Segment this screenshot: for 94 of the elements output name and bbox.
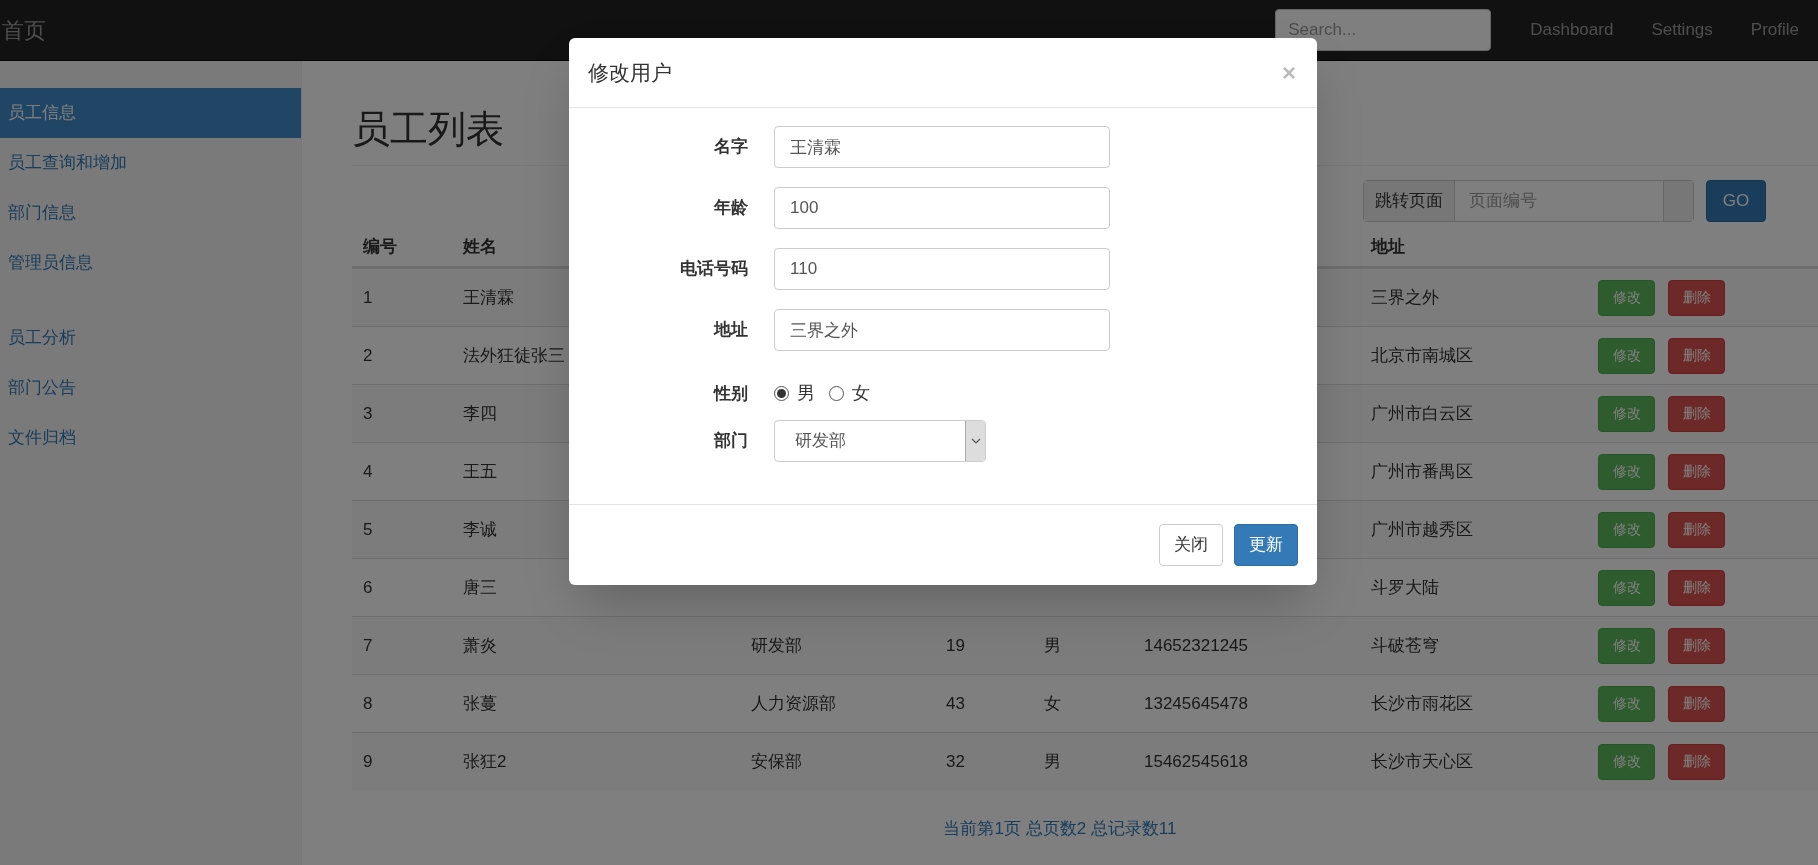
table-cell: 法外狂徒张三 [463,345,565,365]
table-cell: 5 [363,519,373,539]
table-cell: 王清霖 [463,287,514,307]
table-cell: 李诚 [463,519,497,539]
table-cell: 斗罗大陆 [1371,577,1439,597]
table-cell: 8 [363,693,373,713]
text-field[interactable]: 王清霖 [774,126,1110,168]
delete-button[interactable]: 删除 [1668,279,1725,316]
table-cell: 李四 [463,403,497,423]
radio-option[interactable]: 男 [774,380,815,407]
table-cell: 15462545618 [1144,751,1248,771]
table-cell: 32 [946,751,965,771]
edit-button[interactable]: 修改 [1598,279,1655,316]
table-cell: 人力资源部 [751,693,836,713]
table-cell: 4 [363,461,373,481]
dialog-title: 修改用户 [588,59,672,86]
sidebar-item[interactable]: 文件归档 [0,413,301,463]
sidebar-item[interactable]: 管理员信息 [0,238,301,288]
table-cell: 男 [1044,751,1061,771]
delete-button[interactable]: 删除 [1668,337,1725,374]
table-cell: 广州市白云区 [1371,403,1473,423]
close-dialog-button[interactable]: 关闭 [1159,524,1223,566]
field-label: 年龄 [714,197,748,220]
delete-button[interactable]: 删除 [1668,395,1725,432]
column-header: 姓名 [463,237,497,257]
table-cell: 安保部 [751,751,802,771]
brand-link[interactable]: 首页 [2,13,46,47]
nav-link[interactable]: Dashboard [1511,17,1633,43]
page-title: 员工列表 [352,107,504,152]
table-cell: 19 [946,635,965,655]
table-cell: 王五 [463,461,497,481]
table-cell: 斗破苍穹 [1371,635,1439,655]
edit-button[interactable]: 修改 [1598,685,1655,722]
table-cell: 北京市南城区 [1371,345,1473,365]
table-cell: 张蔓 [463,693,497,713]
table-cell: 3 [363,403,373,423]
table-cell: 长沙市雨花区 [1371,693,1473,713]
sidebar-item[interactable]: 部门信息 [0,188,301,238]
column-header: 编号 [363,237,397,257]
text-field[interactable]: 110 [774,248,1110,290]
delete-button[interactable]: 删除 [1668,511,1725,548]
table-cell: 广州市越秀区 [1371,519,1473,539]
table-cell: 43 [946,693,965,713]
table-cell: 女 [1044,693,1061,713]
edit-button[interactable]: 修改 [1598,511,1655,548]
edit-button[interactable]: 修改 [1598,337,1655,374]
table-cell: 14652321245 [1144,635,1248,655]
delete-button[interactable]: 删除 [1668,569,1725,606]
sidebar-item[interactable]: 员工分析 [0,313,301,363]
table-cell: 6 [363,577,373,597]
jump-label: 跳转页面 [1375,190,1443,213]
sidebar-item[interactable]: 员工查询和增加 [0,138,301,188]
field-label: 性别 [714,382,748,405]
table-cell: 7 [363,635,373,655]
delete-button[interactable]: 删除 [1668,453,1725,490]
table-cell: 长沙市天心区 [1371,751,1473,771]
go-button[interactable]: GO [1706,180,1766,222]
nav-link[interactable]: Profile [1731,17,1818,43]
close-button[interactable]: × [1282,60,1296,85]
pagination-info: 当前第1页 总页数2 总记录数11 [943,818,1177,840]
table-cell: 张狂2 [463,751,507,771]
edit-button[interactable]: 修改 [1598,395,1655,432]
chevron-down-icon [970,438,981,444]
edit-button[interactable]: 修改 [1598,453,1655,490]
field-label: 部门 [714,430,748,453]
table-cell: 唐三 [463,577,497,597]
table-cell: 男 [1044,635,1061,655]
sidebar-item[interactable]: 部门公告 [0,363,301,413]
column-header: 地址 [1371,237,1405,257]
table-cell: 广州市番禺区 [1371,461,1473,481]
edit-button[interactable]: 修改 [1598,743,1655,780]
table-cell: 2 [363,345,373,365]
sidebar-item[interactable]: 员工信息 [0,88,301,138]
edit-button[interactable]: 修改 [1598,627,1655,664]
field-label: 地址 [714,319,748,342]
delete-button[interactable]: 删除 [1668,685,1725,722]
text-field[interactable]: 100 [774,187,1110,229]
table-cell: 萧炎 [463,635,497,655]
update-button[interactable]: 更新 [1234,524,1298,566]
table-cell: 三界之外 [1371,287,1439,307]
input-addon [1663,181,1693,221]
delete-button[interactable]: 删除 [1668,627,1725,664]
field-label: 电话号码 [680,258,748,281]
table-cell: 13245645478 [1144,693,1248,713]
delete-button[interactable]: 删除 [1668,743,1725,780]
nav-link[interactable]: Settings [1632,17,1732,43]
field-label: 名字 [714,136,748,159]
department-select[interactable]: 研发部 [774,420,986,462]
table-cell: 1 [363,287,373,307]
radio-option[interactable]: 女 [829,380,870,407]
edit-button[interactable]: 修改 [1598,569,1655,606]
table-cell: 9 [363,751,373,771]
table-cell: 研发部 [751,635,802,655]
text-field[interactable]: 三界之外 [774,309,1110,351]
